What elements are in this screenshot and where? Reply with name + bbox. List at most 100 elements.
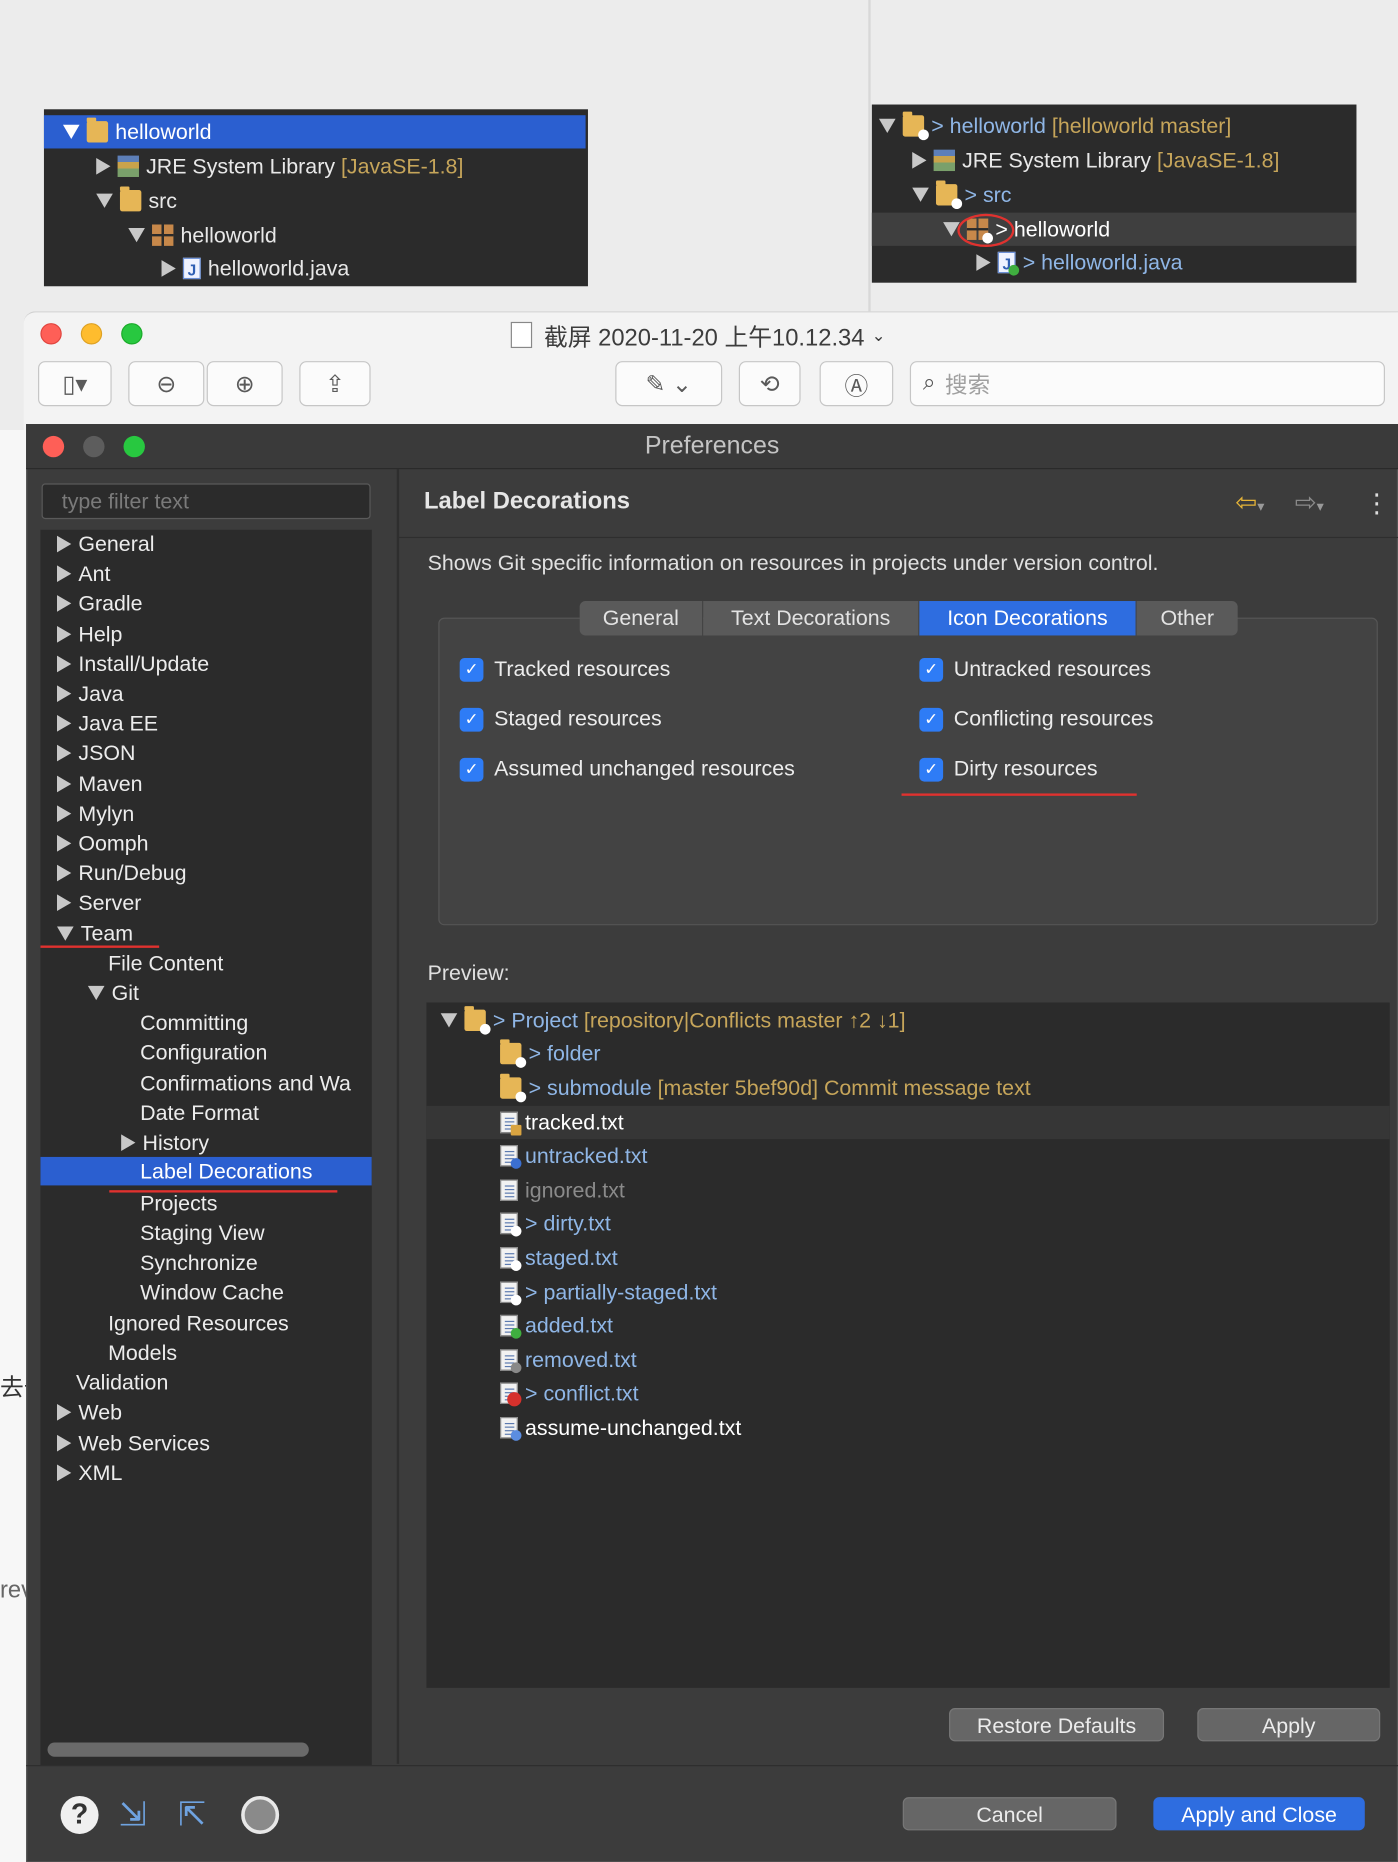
preview-item-project[interactable]: > Project [repository|Conflicts master ↑…	[440, 1004, 906, 1037]
filter-input[interactable]: type filter text	[41, 483, 371, 520]
preview-item-dirty[interactable]: > dirty.txt	[500, 1207, 611, 1240]
sidebar-item-ant[interactable]: Ant	[57, 557, 111, 590]
chevron-right-icon[interactable]	[96, 157, 111, 175]
preview-item-submodule[interactable]: > submodule [master 5bef90d] Commit mess…	[500, 1071, 1031, 1104]
help-icon[interactable]: ?	[60, 1795, 99, 1834]
sidebar-splitter[interactable]	[396, 469, 400, 1764]
sidebar-item-staging-view[interactable]: Staging View	[140, 1216, 264, 1249]
record-icon[interactable]	[241, 1795, 280, 1834]
chevron-right-icon[interactable]	[57, 864, 72, 882]
document-title[interactable]: 截屏 2020-11-20 上午10.12.34 ⌄	[510, 318, 886, 351]
chevron-right-icon[interactable]	[57, 835, 72, 852]
chevron-down-icon[interactable]	[912, 187, 929, 202]
rotate-button[interactable]: ⟲	[738, 361, 801, 407]
tree-item-src[interactable]: src	[96, 184, 177, 217]
sidebar-item-web[interactable]: Web	[57, 1396, 122, 1429]
sidebar-item-web-services[interactable]: Web Services	[57, 1427, 210, 1460]
chevron-right-icon[interactable]	[57, 595, 72, 612]
sidebar-item-committing[interactable]: Committing	[140, 1006, 248, 1039]
tree-item-project[interactable]: helloworld	[43, 115, 586, 149]
zoom-in-button[interactable]: ⊕	[206, 361, 283, 407]
chevron-right-icon[interactable]	[57, 894, 72, 912]
tree-item-package[interactable]: helloworld	[128, 219, 277, 252]
sidebar-item-validation[interactable]: Validation	[76, 1366, 168, 1399]
sidebar-item-label-decorations[interactable]: Label Decorations	[40, 1156, 372, 1186]
checkbox-staged[interactable]: ✓ Staged resources	[459, 707, 662, 732]
chevron-right-icon[interactable]	[57, 1403, 72, 1421]
chevron-down-icon[interactable]	[96, 193, 113, 208]
search-field[interactable]: ⌕ 搜索	[909, 361, 1385, 407]
sidebar-item-confirmations[interactable]: Confirmations and Wa	[140, 1067, 351, 1100]
sidebar-toggle-button[interactable]: ▯▾	[38, 361, 112, 407]
preview-item-partially-staged[interactable]: > partially-staged.txt	[500, 1276, 717, 1309]
restore-defaults-button[interactable]: Restore Defaults	[949, 1708, 1165, 1742]
checkbox-untracked[interactable]: ✓ Untracked resources	[919, 657, 1151, 682]
chevron-right-icon[interactable]	[57, 625, 72, 643]
forward-button[interactable]: ⇨▾	[1295, 487, 1324, 518]
tree-item-project[interactable]: > helloworld [helloworld master]	[878, 109, 1231, 142]
sidebar-item-oomph[interactable]: Oomph	[57, 827, 149, 860]
share-button[interactable]: ⇪	[299, 361, 371, 407]
apply-and-close-button[interactable]: Apply and Close	[1153, 1797, 1365, 1831]
sidebar-item-window-cache[interactable]: Window Cache	[140, 1276, 284, 1309]
tab-icon-decorations[interactable]: Icon Decorations	[919, 601, 1137, 636]
markup-button[interactable]: ✎ ⌄	[615, 361, 723, 407]
preview-item-ignored[interactable]: ignored.txt	[500, 1174, 625, 1207]
tree-item-java-file[interactable]: helloworld.java	[161, 252, 349, 287]
more-menu-icon[interactable]: ⋮	[1364, 487, 1390, 520]
sidebar-item-general[interactable]: General	[57, 530, 154, 561]
close-button[interactable]	[40, 323, 62, 345]
chevron-right-icon[interactable]	[57, 805, 72, 822]
sidebar-item-configuration[interactable]: Configuration	[140, 1036, 267, 1069]
chevron-down-icon[interactable]	[878, 118, 896, 134]
back-button[interactable]: ⇦▾	[1235, 487, 1264, 518]
export-icon[interactable]: ⇱	[178, 1796, 206, 1834]
apply-button[interactable]: Apply	[1197, 1708, 1381, 1742]
preview-item-added[interactable]: added.txt	[500, 1309, 613, 1342]
chevron-right-icon[interactable]	[912, 152, 927, 169]
chevron-right-icon[interactable]	[57, 715, 72, 732]
preview-item-untracked[interactable]: untracked.txt	[500, 1139, 647, 1172]
sidebar-item-git[interactable]: Git	[87, 976, 139, 1009]
sidebar-item-models[interactable]: Models	[108, 1336, 177, 1369]
chevron-right-icon[interactable]	[57, 655, 72, 673]
sidebar-item-java[interactable]: Java	[57, 677, 124, 710]
tree-item-package[interactable]: > helloworld	[871, 212, 1357, 246]
chevron-down-icon[interactable]	[87, 985, 105, 1001]
sidebar-item-synchronize[interactable]: Synchronize	[140, 1246, 258, 1279]
chevron-down-icon[interactable]	[128, 228, 145, 243]
sidebar-item-install[interactable]: Install/Update	[57, 647, 209, 680]
checkbox-dirty[interactable]: ✓ Dirty resources	[919, 757, 1098, 782]
chevron-right-icon[interactable]	[57, 535, 72, 553]
tab-general[interactable]: General	[579, 601, 704, 636]
sidebar-item-xml[interactable]: XML	[57, 1456, 122, 1489]
preview-item-tracked[interactable]: tracked.txt	[426, 1105, 1390, 1140]
preview-item-staged[interactable]: staged.txt	[500, 1241, 618, 1274]
zoom-out-button[interactable]: ⊖	[128, 361, 205, 407]
import-icon[interactable]: ⇲	[119, 1796, 147, 1834]
cancel-button[interactable]: Cancel	[902, 1797, 1117, 1831]
preview-item-folder[interactable]: > folder	[500, 1037, 601, 1070]
chevron-down-icon[interactable]	[440, 1013, 458, 1028]
tab-other[interactable]: Other	[1136, 601, 1238, 636]
preview-item-assume-unchanged[interactable]: assume-unchanged.txt	[500, 1411, 741, 1444]
tree-item-jre[interactable]: JRE System Library [JavaSE-1.8]	[96, 150, 463, 183]
horizontal-scrollbar[interactable]	[47, 1742, 309, 1757]
chevron-down-icon[interactable]	[57, 926, 74, 941]
tree-item-src[interactable]: > src	[912, 178, 1011, 211]
sidebar-item-gradle[interactable]: Gradle	[57, 587, 143, 620]
tree-item-jre[interactable]: JRE System Library [JavaSE-1.8]	[912, 144, 1279, 177]
sidebar-item-rundebug[interactable]: Run/Debug	[57, 856, 187, 889]
chevron-right-icon[interactable]	[161, 260, 176, 277]
chevron-right-icon[interactable]	[57, 685, 72, 702]
chevron-down-icon[interactable]	[62, 124, 80, 139]
chevron-right-icon[interactable]	[57, 775, 72, 793]
preview-item-removed[interactable]: removed.txt	[500, 1343, 637, 1376]
chevron-right-icon[interactable]	[976, 254, 991, 271]
zoom-button[interactable]	[121, 323, 143, 345]
sidebar-item-projects[interactable]: Projects	[140, 1187, 217, 1220]
sidebar-item-maven[interactable]: Maven	[57, 767, 143, 800]
sidebar-item-server[interactable]: Server	[57, 886, 141, 919]
checkbox-conflicting[interactable]: ✓ Conflicting resources	[919, 707, 1153, 732]
minimize-button[interactable]	[80, 323, 103, 345]
